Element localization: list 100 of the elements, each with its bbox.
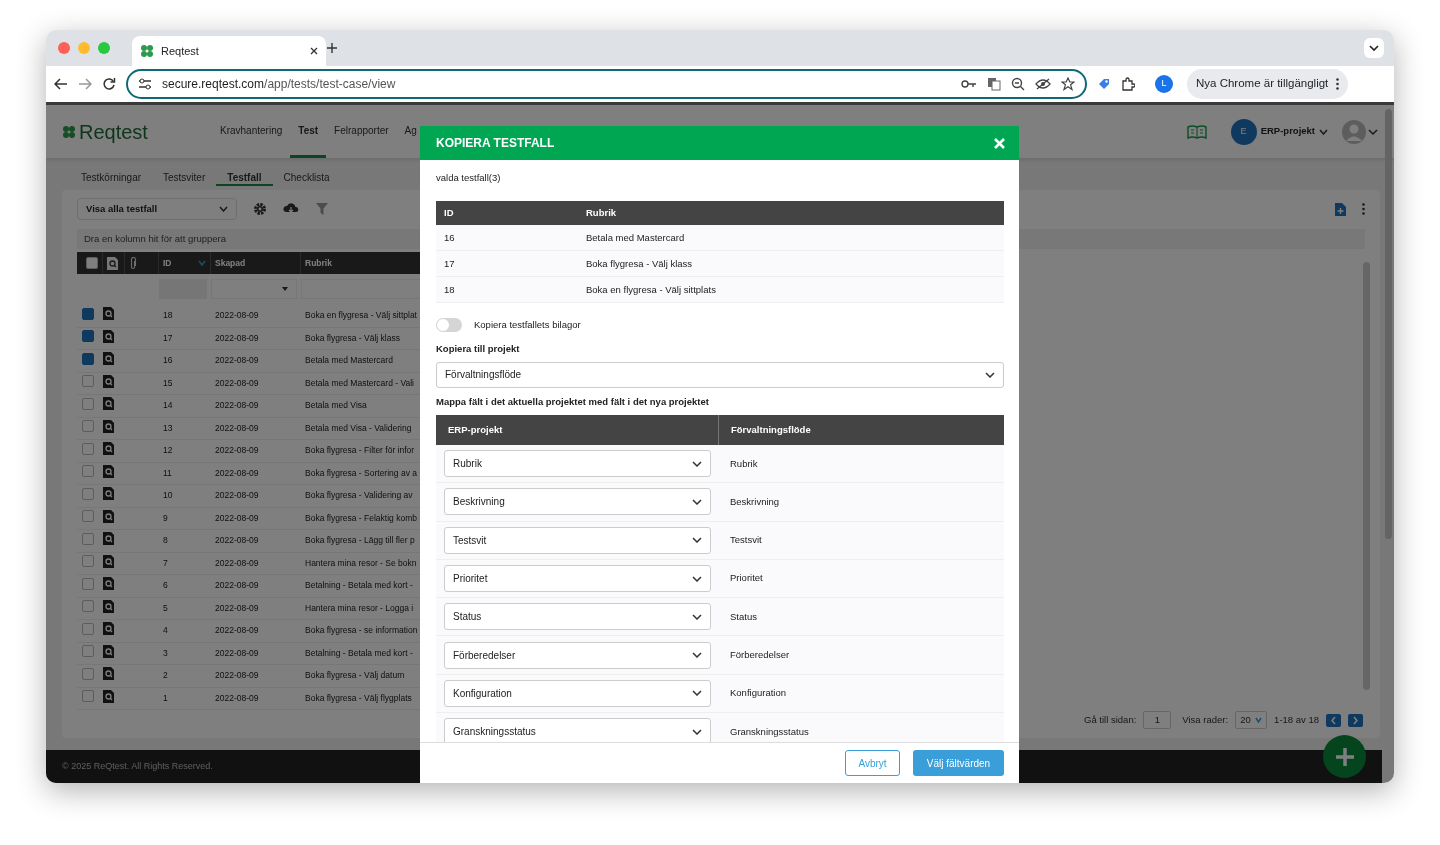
profile-avatar[interactable]: L — [1155, 75, 1173, 93]
tab[interactable]: Checklista — [272, 168, 341, 186]
field-select[interactable]: Granskningsstatus — [444, 718, 711, 742]
preview-icon[interactable] — [103, 487, 114, 501]
preview-icon[interactable] — [103, 419, 114, 433]
row-checkbox[interactable] — [82, 307, 94, 320]
table-cell-text: 4 — [162, 624, 169, 638]
field-select[interactable]: Konfiguration — [444, 679, 711, 707]
preview-icon[interactable] — [103, 554, 114, 568]
toggle-switch[interactable] — [436, 318, 462, 333]
field-select[interactable]: Prioritet — [444, 565, 711, 593]
table-cell-text: 2022-08-09 — [214, 421, 260, 435]
row-checkbox[interactable] — [82, 667, 94, 680]
table-cell-text: 2022-08-09 — [214, 466, 260, 480]
preview-icon[interactable] — [103, 509, 114, 523]
tab[interactable]: Testkörningar — [70, 168, 153, 186]
site-settings-icon[interactable] — [138, 78, 152, 90]
table-cell-text: 16 — [162, 354, 174, 368]
confirm-button[interactable]: Välj fältvärden — [913, 750, 1004, 776]
title-filter-field[interactable] — [301, 278, 422, 299]
preview-icon[interactable] — [103, 374, 114, 388]
field-select[interactable]: Status — [444, 603, 711, 631]
row-checkbox[interactable] — [82, 420, 94, 433]
tab[interactable]: Testsviter — [152, 168, 217, 186]
preview-icon[interactable] — [103, 667, 114, 681]
field-select[interactable]: Beskrivning — [444, 488, 711, 516]
row-checkbox[interactable] — [82, 555, 94, 568]
scrollbar[interactable] — [1363, 262, 1370, 690]
tag-icon[interactable] — [1097, 77, 1111, 91]
preview-icon[interactable] — [103, 644, 114, 658]
filter-icon[interactable] — [315, 202, 329, 216]
back-icon[interactable] — [54, 78, 68, 90]
browser-tab[interactable]: Reqtest — [132, 36, 326, 66]
chevron-down-icon — [692, 575, 702, 582]
select-all-checkbox[interactable] — [86, 257, 98, 269]
page-field[interactable]: 1 — [1143, 711, 1172, 729]
nav-link[interactable]: Test — [290, 105, 327, 158]
preview-icon[interactable] — [103, 307, 114, 321]
view-select[interactable]: Visa alla testfall — [77, 198, 237, 220]
preview-icon[interactable] — [103, 577, 114, 591]
row-checkbox[interactable] — [82, 690, 94, 703]
row-checkbox[interactable] — [82, 510, 94, 523]
previous-page-button[interactable] — [1326, 713, 1341, 727]
window-close-button[interactable] — [58, 42, 70, 54]
row-checkbox[interactable] — [82, 622, 94, 635]
eye-off-icon[interactable] — [1035, 78, 1051, 90]
column-header[interactable]: Skapad — [211, 252, 301, 274]
field-select[interactable]: Testsvit — [444, 526, 711, 554]
puzzle-icon[interactable] — [1121, 77, 1135, 91]
preview-icon[interactable] — [103, 442, 114, 456]
key-icon[interactable] — [961, 79, 977, 89]
next-page-button[interactable] — [1348, 713, 1363, 727]
row-checkbox[interactable] — [82, 442, 94, 455]
row-checkbox[interactable] — [82, 352, 94, 365]
book-icon[interactable] — [1186, 124, 1207, 139]
star-icon[interactable] — [1061, 77, 1075, 91]
tab[interactable]: Testfall — [216, 168, 273, 186]
scrollbar[interactable] — [1385, 109, 1392, 539]
row-checkbox[interactable] — [82, 330, 94, 343]
row-checkbox[interactable] — [82, 532, 94, 545]
row-checkbox[interactable] — [82, 375, 94, 388]
cancel-button[interactable]: Avbryt — [845, 750, 900, 776]
preview-icon[interactable] — [103, 689, 114, 703]
row-checkbox[interactable] — [82, 600, 94, 613]
project-select[interactable]: Förvaltningsflöde — [436, 361, 1004, 388]
user-avatar-icon[interactable] — [1342, 118, 1378, 145]
field-select[interactable]: Rubrik — [444, 450, 711, 478]
address-bar[interactable]: secure.reqtest.com/app/tests/test-case/view — [126, 69, 1087, 99]
nav-link[interactable]: Kravhantering — [212, 105, 291, 158]
preview-icon[interactable] — [103, 464, 114, 478]
kebab-icon[interactable] — [1362, 203, 1365, 215]
forward-icon[interactable] — [78, 78, 92, 90]
row-checkbox[interactable] — [82, 577, 94, 590]
update-button[interactable]: Nya Chrome är tillgängligt — [1187, 69, 1349, 99]
preview-icon[interactable] — [103, 397, 114, 411]
chevron-down-icon[interactable] — [1364, 38, 1384, 58]
settings-icon[interactable] — [253, 202, 267, 216]
row-checkbox[interactable] — [82, 465, 94, 478]
column-header[interactable]: ID — [163, 256, 172, 270]
chevron-down-icon — [1319, 128, 1328, 135]
row-checkbox[interactable] — [82, 397, 94, 410]
page-range: 1-18 av 18 — [1274, 712, 1319, 727]
preview-icon[interactable] — [103, 532, 114, 546]
preview-icon[interactable] — [103, 622, 114, 636]
field-select[interactable]: Förberedelser — [444, 641, 711, 669]
project-selector[interactable]: E ERP-projekt — [1230, 118, 1328, 145]
rows-per-page-select[interactable]: 20 — [1235, 711, 1268, 729]
row-checkbox[interactable] — [82, 487, 94, 500]
date-filter-field[interactable] — [211, 278, 297, 299]
preview-icon[interactable] — [103, 329, 114, 343]
preview-icon[interactable] — [103, 352, 114, 366]
row-checkbox[interactable] — [82, 645, 94, 658]
zoom-out-icon[interactable] — [1011, 77, 1025, 91]
close-icon[interactable] — [310, 47, 318, 55]
add-file-icon[interactable] — [1335, 202, 1346, 216]
reload-icon[interactable] — [102, 77, 116, 91]
modal-title: KOPIERA TESTFALL — [436, 135, 555, 152]
new-tab-icon[interactable] — [326, 42, 338, 54]
preview-icon[interactable] — [103, 599, 114, 613]
nav-link[interactable]: Felrapporter — [326, 105, 397, 158]
